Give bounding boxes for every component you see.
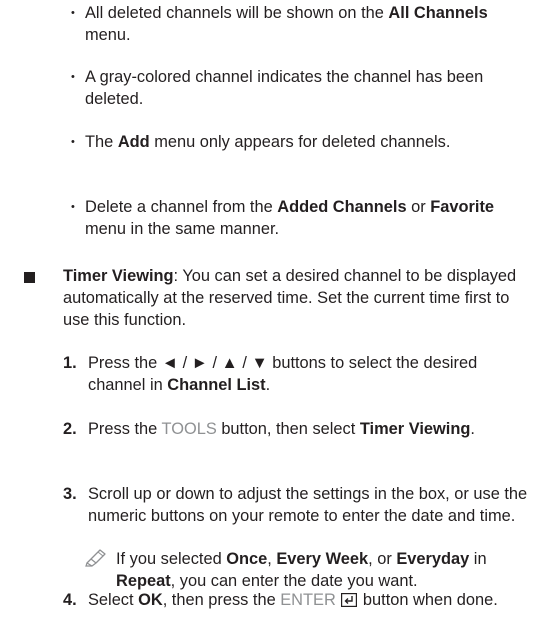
section-title: Timer Viewing	[63, 267, 174, 285]
step-text: Press the ◄ / ► / ▲ / ▼ buttons to selec…	[88, 354, 478, 394]
bullet-text: The Add menu only appears for deleted ch…	[85, 133, 451, 151]
bullet-dot: •	[71, 71, 75, 83]
pencil-note-icon	[85, 549, 106, 567]
section-text: Timer Viewing: You can set a desired cha…	[63, 267, 517, 329]
step-number: 2.	[63, 420, 77, 438]
enter-icon	[341, 593, 358, 607]
note: If you selected Once, Every Week, or Eve…	[85, 548, 535, 592]
step-number: 3.	[63, 485, 77, 503]
bullet-text: All deleted channels will be shown on th…	[85, 4, 488, 44]
manual-page: • All deleted channels will be shown on …	[0, 0, 544, 633]
step-item: 2. Press the TOOLS button, then select T…	[63, 418, 533, 440]
bullet-dot: •	[71, 136, 75, 148]
bullet-dot: •	[71, 7, 75, 19]
step-number: 1.	[63, 354, 77, 372]
step-number: 4.	[63, 591, 77, 609]
step-item: 1. Press the ◄ / ► / ▲ / ▼ buttons to se…	[63, 352, 533, 396]
note-text: If you selected Once, Every Week, or Eve…	[116, 550, 487, 590]
bullet-text: A gray-colored channel indicates the cha…	[85, 68, 484, 108]
bullet-item: • The Add menu only appears for deleted …	[71, 131, 531, 153]
bullet-item: • Delete a channel from the Added Channe…	[71, 196, 531, 240]
step-text: Select OK, then press the ENTER button w…	[88, 591, 498, 609]
step-text: Scroll up or down to adjust the settings…	[88, 485, 528, 525]
bullet-dot: •	[71, 201, 75, 213]
timer-viewing-section: Timer Viewing: You can set a desired cha…	[24, 265, 534, 331]
bullet-item: • All deleted channels will be shown on …	[71, 2, 531, 46]
square-bullet-icon	[24, 272, 35, 283]
bullet-item: • A gray-colored channel indicates the c…	[71, 66, 531, 110]
step-item: 3. Scroll up or down to adjust the setti…	[63, 483, 533, 527]
bullet-text: Delete a channel from the Added Channels…	[85, 198, 495, 238]
step-text: Press the TOOLS button, then select Time…	[88, 420, 475, 438]
step-item: 4. Select OK, then press the ENTER butto…	[63, 589, 533, 611]
